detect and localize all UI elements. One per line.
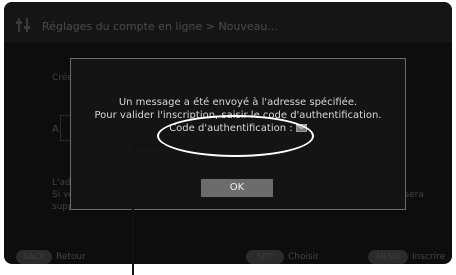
page-title: Réglages du compte en ligne > Nouveau... [42, 20, 278, 33]
background-text: A [52, 124, 59, 135]
back-key-badge: BACK [16, 250, 52, 264]
title-bar: Réglages du compte en ligne > Nouveau... [4, 2, 452, 42]
back-label[interactable]: Retour [56, 252, 86, 262]
settings-sliders-icon [16, 18, 30, 32]
choose-label[interactable]: Choisir [288, 252, 319, 262]
ok-button[interactable]: OK [201, 179, 273, 197]
callout-leader-line [132, 144, 134, 275]
menu-key-badge: MENU [368, 250, 408, 264]
callout-leader-line [132, 144, 164, 146]
set-key-badge: SET [246, 250, 284, 264]
register-label[interactable]: Inscrire [412, 252, 445, 262]
callout-highlight-ellipse [157, 115, 314, 157]
dialog-message-line: Un message a été envoyé à l'adresse spéc… [118, 97, 358, 108]
